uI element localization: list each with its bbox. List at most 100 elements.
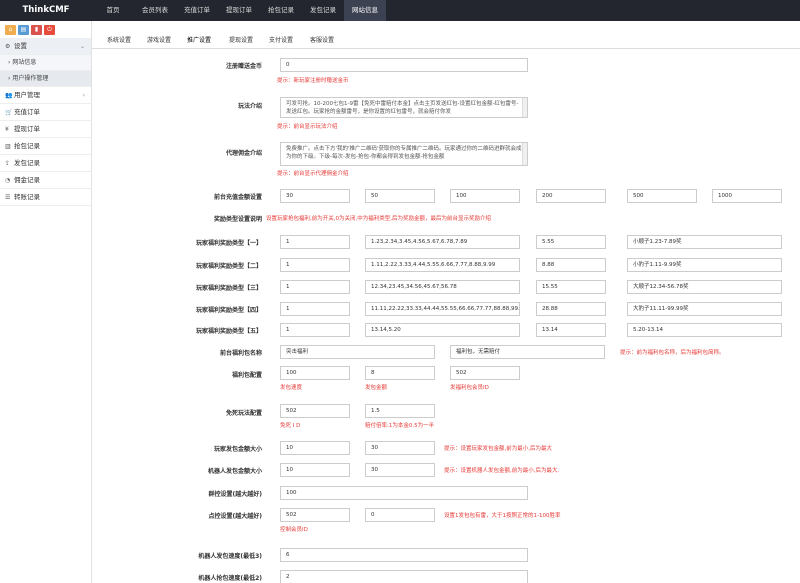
welfare-switch-input[interactable]: 1 [280,280,350,294]
free-play-label: 免死玩法配置 [225,410,262,417]
welfare-types-input[interactable]: 11.11,22.22,33.33,44.44,55.55,66.66,77.7… [365,302,520,316]
sidebar: ⌂ ▤ ▮ ⏻ ⚙ 设置 ⌄ › 网站信息 › 用户操作管理 👥 用户管理 › 🛒 充值订… [0,21,92,583]
welfare-desc-input[interactable]: 大豹子11.11-99.99奖 [627,302,782,316]
recharge-amount-input[interactable]: 50 [365,189,435,203]
robot-range-label: 机器人发包金额大小 [207,468,262,475]
tab-promotion[interactable]: 推广设置 [187,35,211,44]
welfare-amount-input[interactable]: 28.88 [536,302,606,316]
free-id-input[interactable]: 502 [280,404,350,418]
sidebar-item-transfer[interactable]: ☰ 转账记录 [0,189,91,206]
topnav-withdraw-orders[interactable]: 提现订单 [218,0,260,21]
player-range-hint: 提示：设置玩家发包金额,前为最小,后为最大 [444,446,552,452]
sidebar-item-grab[interactable]: ▥ 抢包记录 [0,138,91,155]
play-intro-textarea[interactable]: 可发可抢。10-200七包1-9雷【免死中雷赔付本金】点击主页发送红包-设置红包… [280,97,528,118]
sidebar-item-users[interactable]: 👥 用户管理 › [0,87,91,104]
tab-payment[interactable]: 支付设置 [269,35,293,44]
welfare-switch-input[interactable]: 1 [280,323,350,337]
robot-max-input[interactable]: 30 [365,463,435,477]
recharge-amount-input[interactable]: 30 [280,189,350,203]
agent-intro-textarea[interactable]: 免费推广。点击下方'我的'推广二维码'获取你的专属推广二维码。玩家通过你的二维码… [280,142,528,166]
robot-grab-speed-input[interactable]: 2 [280,570,528,583]
welfare-types-input[interactable]: 13.14,5.20 [365,323,520,337]
upload-icon: ⇪ [5,160,11,167]
recharge-amount-input[interactable]: 500 [627,189,697,203]
welfare-amount-input[interactable]: 8.88 [536,258,606,272]
tab-game[interactable]: 游戏设置 [147,35,171,44]
bonus-speed-input[interactable]: 100 [280,366,350,380]
welfare-switch-input[interactable]: 1 [280,258,350,272]
sidebar-item-send[interactable]: ⇪ 发包记录 [0,155,91,172]
bonus-member-id-input[interactable]: 502 [450,366,520,380]
group-control-input[interactable]: 100 [280,486,528,500]
topnav-send-records[interactable]: 发包记录 [302,0,344,21]
bonus-speed-caption: 发包速度 [280,385,303,391]
reward-label: 奖励类型设置说明 [213,216,262,223]
tab-system[interactable]: 系统设置 [107,35,131,44]
agent-intro-label: 代理佣金介绍 [225,150,262,157]
welfare-desc-input[interactable]: 小顺子1.23-7.89奖 [627,235,782,249]
player-max-input[interactable]: 30 [365,441,435,455]
sidebar-item-recharge[interactable]: 🛒 充值订单 [0,104,91,121]
power-icon[interactable]: ⏻ [44,25,55,35]
tab-service[interactable]: 客服设置 [310,35,334,44]
agent-intro-scrollbar[interactable] [522,143,527,165]
welfare-switch-input[interactable]: 1 [280,235,350,249]
recharge-amount-input[interactable]: 100 [450,189,520,203]
sidebar-sub-label: 用户操作管理 [12,75,49,82]
point-member-id-input[interactable]: 502 [280,508,350,522]
reg-gift-label: 注册赠送金币 [225,63,262,70]
topnav-home[interactable]: 首页 [92,0,134,21]
bonus-short-name-input[interactable]: 福利包，无需赔付 [450,345,605,359]
top-nav: 首页 会员列表 充值订单 提现订单 抢包记录 发包记录 网站信息 [92,0,386,21]
welfare-amount-input[interactable]: 5.55 [536,235,606,249]
list-icon: ☰ [5,194,11,201]
robot-send-speed-input[interactable]: 6 [280,548,528,562]
payout-rate-input[interactable]: 1.5 [365,404,435,418]
topnav-site-info[interactable]: 网站信息 [344,0,386,21]
welfare-amount-input[interactable]: 13.14 [536,323,606,337]
robot-min-input[interactable]: 10 [280,463,350,477]
player-range-label: 玩家发包金额大小 [213,446,262,453]
bonus-name-input[interactable]: 突击福利 [280,345,435,359]
recharge-amount-input[interactable]: 200 [536,189,606,203]
topnav-grab-records[interactable]: 抢包记录 [260,0,302,21]
welfare-desc-input[interactable]: 大顺子12.34-56.78奖 [627,280,782,294]
welfare-desc-input[interactable]: 5.20-13.14 [627,323,782,337]
welfare-types-input[interactable]: 12.34,23.45,34.56,45.67,56.78 [365,280,520,294]
welfare-types-input[interactable]: 1.11,2.22,3.33,4.44,5.55,6.66,7.77,8.88,… [365,258,520,272]
free-id-caption: 免死 I D [280,423,301,429]
point-rate-input[interactable]: 0 [365,508,435,522]
chevron-right-icon: › [82,92,85,99]
sidebar-item-label: 用户管理 [14,91,40,99]
welfare-row-label: 玩家福利奖励类型【三】 [195,285,262,292]
users-icon: 👥 [5,92,13,99]
sidebar-sub-user-ops[interactable]: › 用户操作管理 [0,71,91,87]
play-intro-text: 可发可抢。10-200七包1-9雷【免死中雷赔付本金】点击主页发送红包-设置红包… [286,101,519,115]
bonus-member-id-caption: 发福利包会员ID [450,385,489,391]
recharge-amount-input[interactable]: 1000 [712,189,782,203]
bonus-amount-caption: 发包金额 [365,385,388,391]
topnav-recharge-orders[interactable]: 充值订单 [176,0,218,21]
agent-intro-text: 免费推广。点击下方'我的'推广二维码'获取你的专属推广二维码。玩家通过你的二维码… [286,146,522,160]
bonus-amount-input[interactable]: 8 [365,366,435,380]
sidebar-item-withdraw[interactable]: ¥ 提现订单 [0,121,91,138]
welfare-amount-input[interactable]: 15.55 [536,280,606,294]
document-icon[interactable]: ▤ [18,25,29,35]
player-min-input[interactable]: 10 [280,441,350,455]
welfare-types-input[interactable]: 1.23,2.34,3.45,4.56,5.67,6.78,7.89 [365,235,520,249]
tab-withdraw[interactable]: 提现设置 [229,35,253,44]
welfare-desc-input[interactable]: 小豹子1.11-9.99奖 [627,258,782,272]
sidebar-item-commission[interactable]: ◔ 佣金记录 [0,172,91,189]
topnav-members[interactable]: 会员列表 [134,0,176,21]
play-intro-hint: 提示：前台显示玩法介绍 [277,124,338,130]
welfare-row-label: 玩家福利奖励类型【二】 [195,263,262,270]
sidebar-item-label: 佣金记录 [14,176,40,184]
sidebar-item-settings[interactable]: ⚙ 设置 ⌄ [0,38,91,55]
play-intro-scrollbar[interactable] [522,98,527,117]
home-icon[interactable]: ⌂ [5,25,16,35]
sidebar-sub-site-info[interactable]: › 网站信息 [0,55,91,71]
trash-icon[interactable]: ▮ [31,25,42,35]
sidebar-toolbar: ⌂ ▤ ▮ ⏻ [0,21,91,38]
welfare-switch-input[interactable]: 1 [280,302,350,316]
reg-gift-input[interactable]: 0 [280,58,528,72]
